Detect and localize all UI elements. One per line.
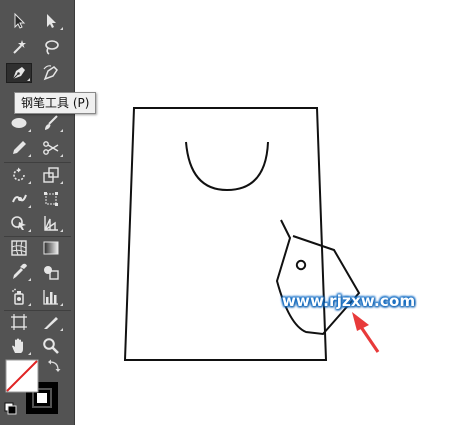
scissors-tool-icon — [43, 141, 59, 155]
hand-tool-icon — [12, 338, 23, 353]
direct-selection-tool[interactable] — [38, 11, 64, 31]
mesh-tool-icon — [11, 240, 27, 256]
artboard-tool-icon — [11, 314, 27, 330]
magic-wand-tool[interactable] — [6, 37, 32, 57]
price-tag-hole[interactable] — [295, 259, 307, 271]
free-transform-tool[interactable] — [38, 189, 64, 209]
puppet-warp-tool-icon — [12, 194, 27, 203]
zoom-tool[interactable] — [38, 336, 64, 356]
lasso-tool[interactable] — [38, 37, 64, 57]
gradient-tool[interactable] — [38, 238, 64, 258]
slice-tool[interactable] — [38, 312, 64, 332]
shape-builder-tool-icon — [11, 216, 26, 230]
pen-tool[interactable] — [6, 63, 32, 83]
mesh-tool[interactable] — [6, 238, 32, 258]
column-graph-tool[interactable] — [38, 287, 64, 307]
scissors-tool[interactable] — [38, 138, 64, 158]
pencil-tool[interactable] — [6, 138, 32, 158]
column-graph-tool-icon — [43, 290, 58, 305]
pencil-tool-icon — [13, 141, 26, 154]
rotate-tool[interactable] — [6, 165, 32, 185]
eyedropper-tool-icon — [13, 263, 27, 279]
swap-fill-stroke-icon[interactable] — [48, 359, 61, 373]
blend-tool[interactable] — [38, 262, 64, 282]
ellipse-tool-icon — [11, 118, 27, 128]
free-transform-tool-icon — [44, 192, 58, 206]
watermark-text: www.rjzxw.com — [282, 292, 416, 310]
curvature-tool-icon — [43, 65, 58, 81]
paintbrush-tool-icon — [45, 115, 58, 130]
fill-swatch[interactable] — [5, 359, 39, 393]
artboard-tool[interactable] — [6, 312, 32, 332]
symbol-sprayer-tool-icon — [12, 288, 24, 305]
default-fill-stroke-icon[interactable] — [4, 402, 17, 415]
paintbrush-tool[interactable] — [38, 113, 64, 133]
artboard-canvas[interactable] — [75, 0, 452, 425]
curvature-tool[interactable] — [38, 63, 64, 83]
symbol-sprayer-tool[interactable] — [6, 287, 32, 307]
ellipse-tool[interactable] — [6, 113, 32, 133]
hand-tool[interactable] — [6, 336, 32, 356]
shape-builder-tool[interactable] — [6, 213, 32, 233]
direct-selection-tool-icon — [47, 14, 56, 28]
gradient-tool-icon — [43, 241, 59, 255]
selection-tool[interactable] — [6, 11, 32, 31]
selection-tool-icon — [14, 12, 26, 29]
eyedropper-tool[interactable] — [6, 262, 32, 282]
lasso-tool-icon — [45, 40, 59, 55]
blend-tool-icon — [44, 266, 59, 280]
fill-stroke-swatches — [4, 358, 70, 422]
scale-tool[interactable] — [38, 165, 64, 185]
bag-handle-path[interactable] — [185, 141, 269, 192]
magic-wand-tool-icon — [13, 40, 26, 54]
rotate-tool-icon — [13, 167, 25, 181]
perspective-grid-tool[interactable] — [38, 213, 64, 233]
tools-panel — [0, 0, 75, 425]
zoom-tool-icon — [43, 338, 59, 354]
bag-body-path[interactable] — [123, 107, 328, 361]
puppet-warp-tool[interactable] — [6, 189, 32, 209]
pen-tool-icon — [12, 67, 25, 80]
red-arrow-icon — [352, 312, 380, 353]
scale-tool-icon — [43, 167, 59, 183]
perspective-grid-tool-icon — [44, 216, 58, 231]
slice-tool-icon — [44, 317, 58, 329]
price-tag-path[interactable] — [275, 219, 361, 336]
